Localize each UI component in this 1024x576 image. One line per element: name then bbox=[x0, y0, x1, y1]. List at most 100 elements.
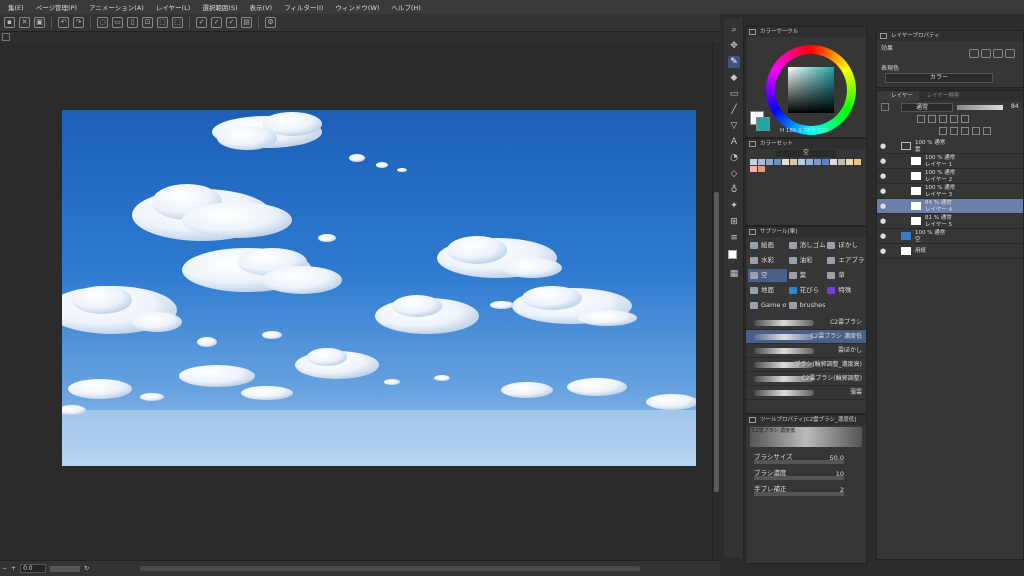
clear-icon[interactable]: ✕ bbox=[19, 17, 30, 28]
color-swatch[interactable] bbox=[782, 159, 789, 165]
redo-icon[interactable]: ↷ bbox=[73, 17, 84, 28]
eye-icon[interactable]: ● bbox=[880, 158, 886, 165]
effect-extra-icon[interactable] bbox=[1005, 49, 1015, 58]
menu-window[interactable]: ウィンドウ(W) bbox=[329, 2, 385, 12]
text-icon[interactable]: A bbox=[728, 136, 740, 148]
eye-icon[interactable]: ● bbox=[880, 248, 886, 255]
eye-icon[interactable]: ● bbox=[880, 203, 886, 210]
brush-item[interactable]: C2雲ブラシ 濃度低 bbox=[746, 330, 866, 344]
subtool-group-item[interactable]: 地面 bbox=[748, 284, 787, 297]
color-swatch[interactable] bbox=[806, 159, 813, 165]
lock-icon[interactable] bbox=[881, 103, 889, 111]
menu-view[interactable]: 表示(V) bbox=[244, 2, 279, 12]
subtool-group-item[interactable]: 花びら bbox=[787, 284, 826, 297]
subtool-group-item[interactable]: 特殊 bbox=[825, 284, 864, 297]
lock-layer-icon[interactable] bbox=[950, 115, 958, 123]
undo-icon[interactable]: ↶ bbox=[58, 17, 69, 28]
color-swatch[interactable] bbox=[838, 159, 845, 165]
brush-item[interactable]: 雲ぼかし bbox=[746, 344, 866, 358]
layer-row[interactable]: ● 100 % 通常 レイヤー 1 bbox=[877, 154, 1023, 169]
eraser-icon[interactable]: ◇ bbox=[728, 168, 740, 180]
subtool-group-item[interactable]: 消しゴム bbox=[787, 239, 825, 252]
menu-layer[interactable]: レイヤー(L) bbox=[150, 2, 197, 12]
layer-row[interactable]: ● 100 % 通常雲 bbox=[877, 139, 1023, 154]
subtool-group-item[interactable]: 絵画 bbox=[748, 239, 787, 252]
brush-item[interactable]: ブラシ(輪郭調整_濃度高) bbox=[746, 358, 866, 372]
zoom-slider[interactable] bbox=[50, 565, 81, 572]
opacity-slider[interactable] bbox=[957, 105, 1003, 110]
merge-icon[interactable] bbox=[972, 127, 980, 135]
plus-icon[interactable]: + bbox=[11, 565, 16, 572]
color-swatch[interactable] bbox=[750, 166, 757, 172]
brush-density-value[interactable]: 10 bbox=[836, 470, 844, 478]
ruler-tool-icon[interactable]: ≡ bbox=[728, 232, 740, 244]
stabilization-slider[interactable] bbox=[754, 492, 844, 496]
color-swatch[interactable] bbox=[830, 159, 837, 165]
menu-animation[interactable]: アニメーション(A) bbox=[83, 2, 150, 12]
zoom-icon[interactable]: ⌕ bbox=[728, 24, 740, 36]
blend-mode-select[interactable]: 通常 bbox=[901, 103, 953, 112]
brush-icon[interactable]: ✎ bbox=[728, 56, 740, 68]
saturation-value-square[interactable] bbox=[788, 67, 834, 113]
brush-size-row[interactable]: ブラシサイズ 50.0 bbox=[746, 451, 866, 467]
layer-row[interactable]: ● 100 % 通常 レイヤー 2 bbox=[877, 169, 1023, 184]
main-color-swatch-panel[interactable] bbox=[756, 117, 770, 131]
frame-icon[interactable]: ⊞ bbox=[728, 216, 740, 228]
menu-filter[interactable]: フィルター(I) bbox=[278, 2, 329, 12]
rotate-icon[interactable]: ↻ bbox=[84, 565, 89, 572]
subtool-group-item[interactable]: 水彩 bbox=[748, 254, 787, 267]
delete-layer-icon[interactable] bbox=[983, 127, 991, 135]
subtool-group-item[interactable]: エアブラシ bbox=[825, 254, 864, 267]
ref-layer-icon[interactable] bbox=[917, 115, 925, 123]
menu-help[interactable]: ヘルプ(H) bbox=[385, 2, 426, 12]
color-swatch[interactable] bbox=[790, 159, 797, 165]
brush-item[interactable]: 薄雲 bbox=[746, 386, 866, 400]
pencil-icon[interactable]: ▽ bbox=[728, 120, 740, 132]
opacity-value[interactable]: 84 bbox=[1011, 103, 1019, 110]
fill-icon[interactable]: ▣ bbox=[34, 17, 45, 28]
mask-icon[interactable] bbox=[961, 115, 969, 123]
layer-row[interactable]: ● 100 % 通常 レイヤー 3 bbox=[877, 184, 1023, 199]
rect-select-icon[interactable]: ▭ bbox=[728, 88, 740, 100]
artwork-canvas[interactable] bbox=[62, 110, 696, 466]
subtool-group-item[interactable]: brushes bbox=[787, 299, 825, 312]
color-swatch[interactable] bbox=[750, 159, 757, 165]
eye-icon[interactable]: ● bbox=[880, 233, 886, 240]
new-folder-icon[interactable] bbox=[961, 127, 969, 135]
scroll-thumb[interactable] bbox=[714, 192, 719, 492]
eye-icon[interactable]: ● bbox=[880, 188, 886, 195]
subtool-group-item[interactable]: Game of bbox=[748, 299, 787, 312]
tab-layer-search[interactable]: レイヤー検索 bbox=[921, 93, 966, 99]
color-swatch[interactable] bbox=[854, 159, 861, 165]
effect-border-icon[interactable] bbox=[969, 49, 979, 58]
color-swatch[interactable] bbox=[774, 159, 781, 165]
color-swatch[interactable] bbox=[846, 159, 853, 165]
ruler-icon[interactable]: ▤ bbox=[241, 17, 252, 28]
canvas-vertical-scrollbar[interactable] bbox=[712, 42, 720, 560]
color-set-selector[interactable]: 空 bbox=[776, 150, 836, 157]
clip-icon[interactable] bbox=[928, 115, 936, 123]
transparent-icon[interactable]: ▦ bbox=[728, 268, 740, 280]
color-swatch[interactable] bbox=[798, 159, 805, 165]
brush-size-value[interactable]: 50.0 bbox=[830, 454, 844, 462]
eye-icon[interactable]: ● bbox=[880, 143, 886, 150]
layer-row[interactable]: ● 100 % 通常空 bbox=[877, 229, 1023, 244]
brush-item[interactable]: C2雲ブラシ(輪郭調整) bbox=[746, 372, 866, 386]
check-icon[interactable]: ✓ bbox=[226, 17, 237, 28]
color-swatch[interactable] bbox=[758, 159, 765, 165]
select-icon[interactable]: ◆ bbox=[728, 72, 740, 84]
stabilization-row[interactable]: 手ブレ補正 2 bbox=[746, 483, 866, 499]
gradient-icon[interactable]: ◔ bbox=[728, 152, 740, 164]
invert-icon[interactable]: ▯ bbox=[127, 17, 138, 28]
check-icon[interactable]: ✓ bbox=[196, 17, 207, 28]
effect-tone-icon[interactable] bbox=[981, 49, 991, 58]
layer-row[interactable]: ● 81 % 通常 レイヤー 5 bbox=[877, 214, 1023, 229]
scale-icon[interactable]: ⬚ bbox=[172, 17, 183, 28]
color-wheel[interactable] bbox=[766, 45, 856, 135]
expression-color-select[interactable]: カラー bbox=[885, 73, 993, 83]
save-icon[interactable]: ▪ bbox=[4, 17, 15, 28]
layer-row[interactable]: ● 用紙 bbox=[877, 244, 1023, 259]
spinner-icon[interactable]: ◌ bbox=[97, 17, 108, 28]
fill-tool-icon[interactable]: ♁ bbox=[728, 184, 740, 196]
transform-icon[interactable]: ⬚ bbox=[157, 17, 168, 28]
